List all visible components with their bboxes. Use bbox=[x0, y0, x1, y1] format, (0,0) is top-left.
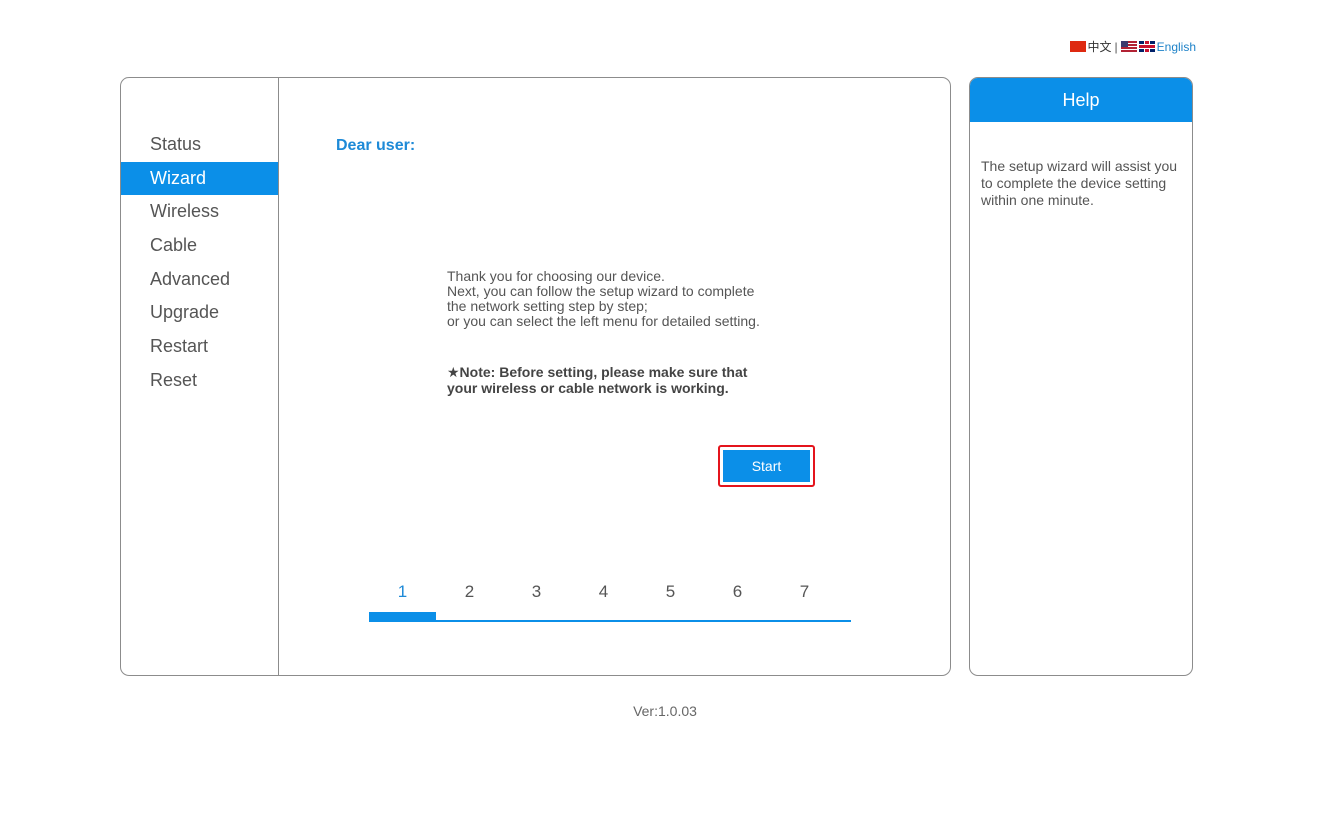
sidebar-item-wireless[interactable]: Wireless bbox=[121, 195, 278, 229]
us-flag-icon bbox=[1120, 41, 1137, 52]
step-3: 3 bbox=[531, 582, 542, 601]
note-line: your wireless or cable network is workin… bbox=[447, 380, 729, 396]
step-1: 1 bbox=[397, 582, 408, 601]
help-panel: Help The setup wizard will assist you to… bbox=[969, 77, 1193, 676]
help-title: Help bbox=[970, 78, 1192, 122]
step-6: 6 bbox=[732, 582, 743, 601]
step-7: 7 bbox=[799, 582, 810, 601]
step-indicator: 1 2 3 4 5 6 7 bbox=[369, 582, 851, 622]
intro-text: Thank you for choosing our device. Next,… bbox=[447, 269, 760, 329]
sidebar-item-advanced[interactable]: Advanced bbox=[121, 263, 278, 297]
language-separator: | bbox=[1114, 39, 1118, 54]
uk-flag-icon bbox=[1138, 41, 1155, 52]
english-language-link[interactable]: English bbox=[1157, 40, 1196, 54]
intro-line: or you can select the left menu for deta… bbox=[447, 313, 760, 329]
start-button[interactable]: Start bbox=[723, 450, 810, 482]
intro-line: the network setting step by step; bbox=[447, 298, 648, 314]
greeting-heading: Dear user: bbox=[336, 137, 416, 154]
sidebar-item-restart[interactable]: Restart bbox=[121, 330, 278, 364]
step-progress-line bbox=[369, 620, 851, 622]
step-4: 4 bbox=[598, 582, 609, 601]
help-text: The setup wizard will assist you to comp… bbox=[981, 158, 1178, 208]
note-text: ★Note: Before setting, please make sure … bbox=[447, 364, 747, 396]
version-label: Ver:1.0.03 bbox=[633, 703, 697, 719]
language-bar: 中文 | English bbox=[1069, 38, 1196, 55]
main-panel: Status Wizard Wireless Cable Advanced Up… bbox=[120, 77, 951, 676]
sidebar-item-status[interactable]: Status bbox=[121, 128, 278, 162]
intro-line: Thank you for choosing our device. bbox=[447, 268, 665, 284]
current-step-marker bbox=[369, 612, 436, 622]
wizard-content: Dear user: Thank you for choosing our de… bbox=[279, 78, 950, 675]
sidebar-item-reset[interactable]: Reset bbox=[121, 364, 278, 398]
step-5: 5 bbox=[665, 582, 676, 601]
sidebar-item-cable[interactable]: Cable bbox=[121, 229, 278, 263]
step-2: 2 bbox=[464, 582, 475, 601]
sidebar: Status Wizard Wireless Cable Advanced Up… bbox=[121, 78, 279, 675]
start-button-highlight: Start bbox=[718, 445, 815, 487]
china-flag-icon bbox=[1069, 41, 1086, 52]
note-line: ★Note: Before setting, please make sure … bbox=[447, 364, 748, 380]
sidebar-menu: Status Wizard Wireless Cable Advanced Up… bbox=[121, 128, 278, 398]
intro-line: Next, you can follow the setup wizard to… bbox=[447, 283, 755, 299]
sidebar-item-upgrade[interactable]: Upgrade bbox=[121, 296, 278, 330]
sidebar-item-wizard[interactable]: Wizard bbox=[121, 161, 278, 196]
chinese-language-link[interactable]: 中文 bbox=[1088, 38, 1112, 55]
